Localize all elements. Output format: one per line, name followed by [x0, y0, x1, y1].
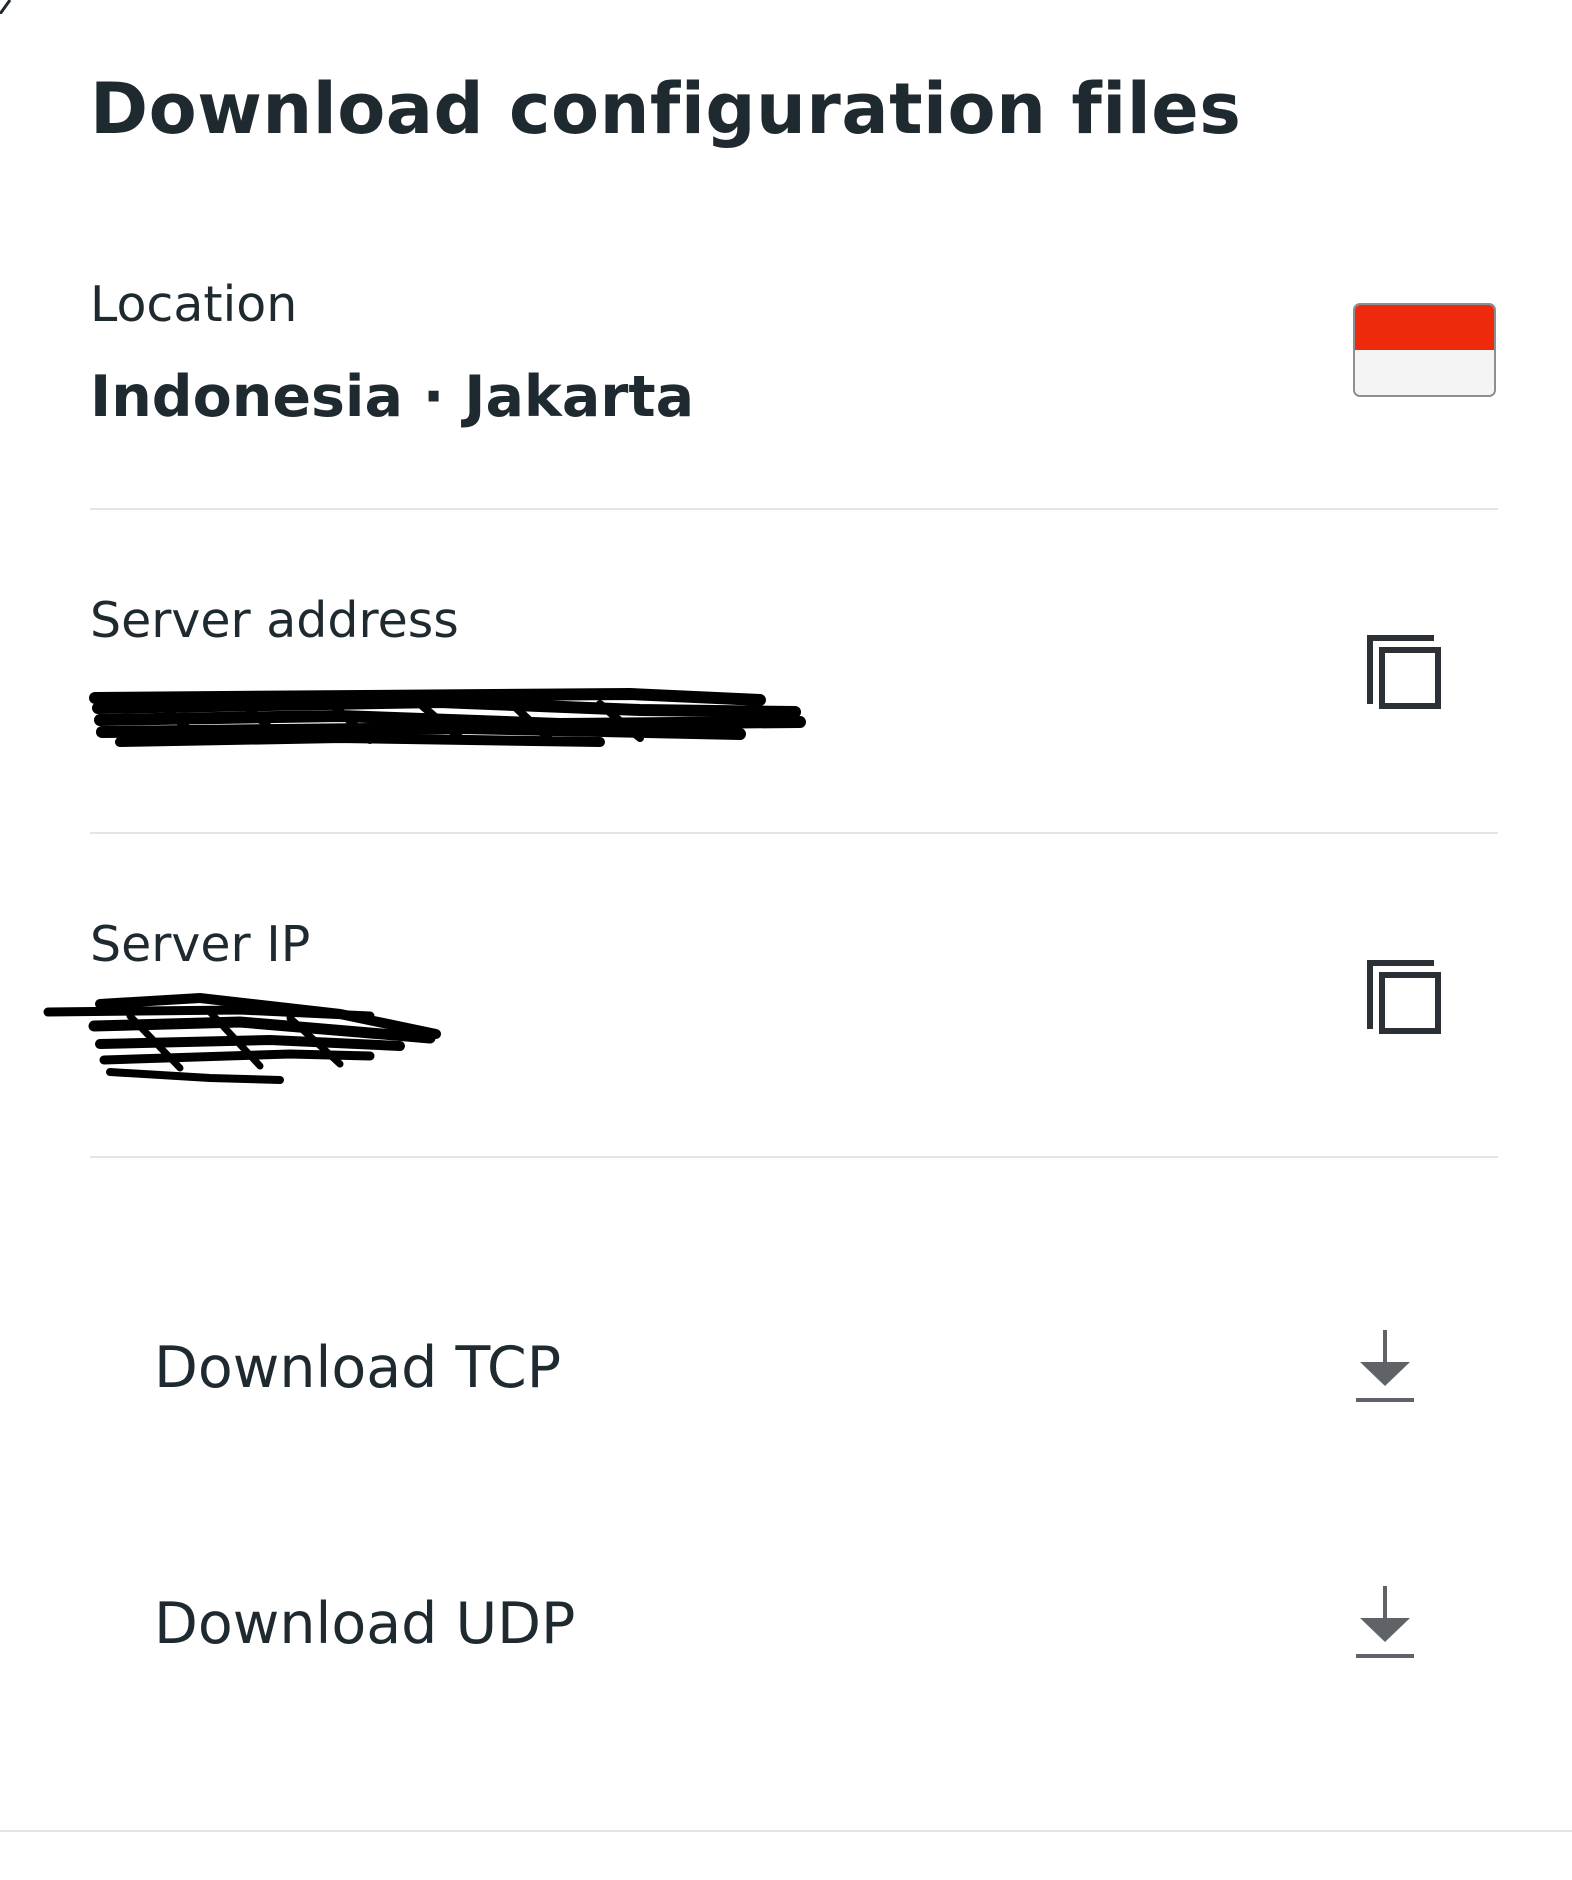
divider: [90, 1156, 1498, 1158]
page-title: Download configuration files: [90, 68, 1242, 150]
copy-server-address-button[interactable]: [1364, 632, 1444, 712]
copy-server-ip-button[interactable]: [1364, 957, 1444, 1037]
download-tcp-label: Download TCP: [154, 1335, 562, 1401]
bottom-divider: [0, 1830, 1572, 1832]
server-address-redaction: [89, 687, 806, 747]
flag-red-stripe: [1355, 305, 1494, 350]
download-udp-label: Download UDP: [154, 1591, 576, 1657]
divider: [90, 508, 1498, 510]
indonesia-flag-icon: [1353, 303, 1496, 397]
download-tcp-button[interactable]: Download TCP: [0, 1268, 1572, 1468]
server-ip-label: Server IP: [90, 916, 311, 973]
server-address-label: Server address: [90, 592, 459, 649]
download-icon: [1356, 1586, 1414, 1658]
location-label: Location: [90, 276, 298, 333]
corner-mark: [0, 0, 12, 14]
divider: [90, 832, 1498, 834]
flag-white-stripe: [1355, 350, 1494, 395]
download-udp-button[interactable]: Download UDP: [0, 1524, 1572, 1724]
location-value: Indonesia · Jakarta: [90, 364, 695, 430]
server-ip-redaction: [43, 992, 441, 1084]
download-icon: [1356, 1330, 1414, 1402]
